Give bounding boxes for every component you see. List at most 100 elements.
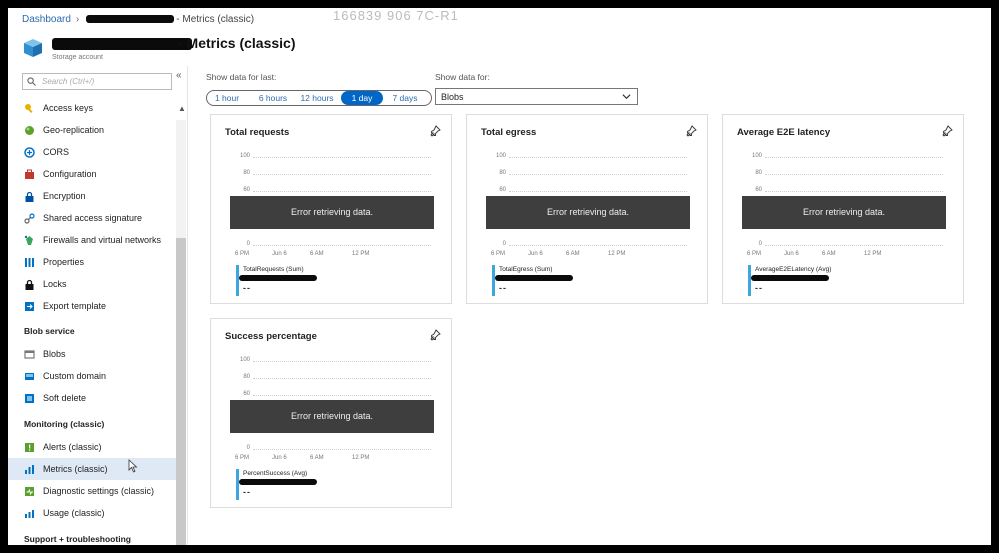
time-option-1-day[interactable]: 1 day [341,91,383,105]
sidebar-item-label: Usage (classic) [43,508,105,518]
show-data-for-last-label: Show data for last: [206,72,277,82]
x-tick-label: Jun 6 [272,251,287,257]
error-message-overlay: Error retrieving data. [230,400,434,433]
pin-icon[interactable] [685,125,697,137]
properties-icon [24,257,35,268]
sidebar-item-export-template[interactable]: Export template [8,295,176,317]
key-icon [24,103,35,114]
page-title: - Metrics (classic) [178,35,296,51]
sidebar-item-diagnostic-settings[interactable]: Diagnostic settings (classic) [8,480,176,502]
error-message-overlay: Error retrieving data. [742,196,946,229]
sidebar-item-custom-domain[interactable]: Custom domain [8,365,176,387]
y-tick-label: 80 [243,374,250,380]
padlock-icon [24,279,35,290]
x-tick-label: 12 PM [352,455,370,461]
x-tick-label: 6 PM [491,251,506,257]
sidebar-item-firewalls[interactable]: Firewalls and virtual networks [8,229,176,251]
sidebar-item-configuration[interactable]: Configuration [8,163,176,185]
search-placeholder: Search (Ctrl+/) [42,77,95,86]
scroll-up-icon[interactable]: ▲ [178,104,186,113]
sidebar-item-cors[interactable]: CORS [8,141,176,163]
lock-icon [24,191,35,202]
link-icon [24,212,35,224]
diagnostic-icon [24,486,35,497]
sidebar-item-blobs[interactable]: Blobs [8,343,176,365]
pin-icon[interactable] [941,125,953,137]
export-icon [24,301,35,312]
x-tick-label: 6 AM [310,455,324,461]
collapse-sidebar-icon[interactable]: « [176,70,182,81]
legend-series-name[interactable]: TotalEgress (Sum) [499,266,552,273]
grid-line [765,191,943,192]
breadcrumb-dashboard-link[interactable]: Dashboard [22,14,71,25]
redacted-legend-detail [239,275,317,281]
sidebar-item-label: Encryption [43,191,86,201]
grid-line [253,157,431,158]
time-option-6-hours[interactable]: 6 hours [251,91,295,105]
time-option-12-hours[interactable]: 12 hours [295,91,339,105]
error-message-overlay: Error retrieving data. [486,196,690,229]
legend-series-name[interactable]: AverageE2ELatency (Avg) [755,266,831,273]
y-tick-label: 0 [758,241,762,247]
card-title: Total requests [225,127,290,138]
sidebar-item-geo-replication[interactable]: Geo-replication [8,119,176,141]
sidebar-item-label: Blobs [43,349,66,359]
sidebar-item-alerts[interactable]: Alerts (classic) [8,436,176,458]
metric-card[interactable]: Success percentage1008060402006 PMJun 66… [210,318,452,508]
y-tick-label: 0 [246,241,250,247]
sidebar-item-properties[interactable]: Properties [8,251,176,273]
storage-account-icon [22,37,44,59]
x-tick-label: Jun 6 [272,455,287,461]
show-data-for-label: Show data for: [435,72,490,82]
sidebar-item-label: Geo-replication [43,125,105,135]
sidebar-item-metrics[interactable]: Metrics (classic) [8,458,176,480]
time-option-1-hour[interactable]: 1 hour [209,91,245,105]
sidebar-item-locks[interactable]: Locks [8,273,176,295]
toolbox-icon [24,169,35,180]
grid-line [765,174,943,175]
sidebar-item-access-keys[interactable]: Access keys [8,97,176,119]
y-tick-label: 100 [751,153,762,159]
card-title: Average E2E latency [737,127,831,138]
search-input[interactable]: Search (Ctrl+/) [22,73,172,90]
sidebar-item-label: Alerts (classic) [43,442,102,452]
legend-value: -- [499,283,507,293]
sidebar-scrollbar-thumb[interactable] [176,238,186,545]
x-tick-label: 12 PM [352,251,370,257]
y-tick-label: 0 [502,241,506,247]
pin-icon[interactable] [429,329,441,341]
sidebar-item-usage[interactable]: Usage (classic) [8,502,176,524]
y-tick-label: 60 [499,187,506,193]
grid-line [509,191,687,192]
y-tick-label: 80 [243,170,250,176]
sidebar: Search (Ctrl+/) « ▲ Access keys Geo-repl… [8,66,188,545]
sidebar-item-shared-access-signature[interactable]: Shared access signature [8,207,176,229]
legend-series-name[interactable]: PercentSuccess (Avg) [243,470,307,477]
legend-series-name[interactable]: TotalRequests (Sum) [243,266,304,273]
card-title: Total egress [481,127,537,138]
x-tick-label: Jun 6 [784,251,799,257]
card-title: Success percentage [225,331,317,342]
metric-card[interactable]: Average E2E latency1008060402006 PMJun 6… [722,114,964,304]
sidebar-item-label: Access keys [43,103,94,113]
metric-card[interactable]: Total egress1008060402006 PMJun 66 AM12 … [466,114,708,304]
pin-icon[interactable] [429,125,441,137]
legend-value: -- [243,487,251,497]
sidebar-item-label: Configuration [43,169,97,179]
grid-line [253,245,431,246]
blobs-icon [24,349,35,360]
sidebar-item-soft-delete[interactable]: Soft delete [8,387,176,409]
sidebar-item-label: Properties [43,257,85,267]
y-tick-label: 60 [755,187,762,193]
metric-card[interactable]: Total requests1008060402006 PMJun 66 AM1… [210,114,452,304]
redacted-legend-detail [239,479,317,485]
x-tick-label: 6 AM [822,251,836,257]
section-heading-support: Support + troubleshooting [24,534,131,544]
y-tick-label: 60 [243,187,250,193]
legend-color-bar [236,469,239,500]
data-source-select[interactable]: Blobs [435,88,638,105]
grid-line [253,174,431,175]
breadcrumb-separator-icon: › [75,13,80,25]
sidebar-item-encryption[interactable]: Encryption [8,185,176,207]
time-option-7-days[interactable]: 7 days [383,91,427,105]
